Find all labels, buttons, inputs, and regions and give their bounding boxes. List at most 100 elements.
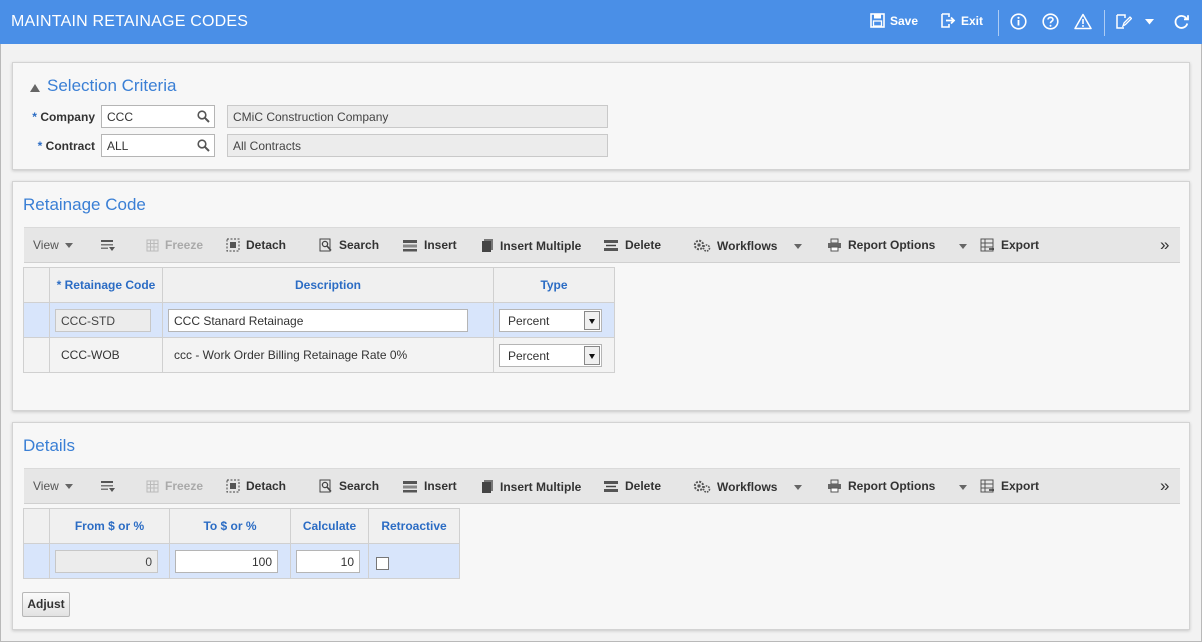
column-header-to[interactable]: To $ or % [169,508,291,544]
edit-notes-icon[interactable] [1115,13,1132,30]
export-icon [980,238,994,252]
chevron-down-icon[interactable] [794,485,802,490]
column-header-retainage-code[interactable]: * Retainage Code [49,267,163,303]
calculate-input[interactable]: 10 [296,550,360,573]
retainage-code-value: CCC-STD [55,309,151,332]
company-label: * Company [23,110,95,124]
retroactive-checkbox[interactable] [376,557,389,570]
view-label: View [33,479,59,493]
search-icon[interactable] [197,139,210,152]
chevron-down-icon[interactable] [959,244,967,249]
report-options-button[interactable]: Report Options [827,238,935,252]
workflows-gear-icon [693,239,711,252]
search-label: Search [339,479,380,493]
table-header-row: From $ or % To $ or % Calculate Retroact… [23,508,460,544]
export-button[interactable]: Export [980,479,1039,493]
workflows-button[interactable]: Workflows [693,479,777,494]
export-label: Export [1001,238,1040,252]
company-description: CMiC Construction Company [227,105,608,128]
exit-icon [941,13,956,28]
chevron-down-icon [64,483,73,489]
filter-icon[interactable] [100,239,116,253]
type-select[interactable]: Percent [499,309,602,332]
filter-icon[interactable] [100,480,116,494]
chevron-down-icon[interactable] [584,311,600,330]
refresh-icon[interactable] [1173,13,1190,30]
type-select[interactable]: Percent [499,344,602,367]
chevron-down-icon[interactable] [584,346,600,365]
row-selector[interactable] [23,337,50,373]
retroactive-cell [368,543,460,579]
selection-criteria-panel: Selection Criteria * Company CCC CMiC Co… [12,62,1190,170]
contract-label: * Contract [23,139,95,153]
workflows-button[interactable]: Workflows [693,238,777,253]
search-icon[interactable] [197,110,210,123]
details-title: Details [23,436,75,455]
column-header-calculate[interactable]: Calculate [290,508,369,544]
row-selector[interactable] [23,302,50,338]
chevron-down-icon[interactable] [1144,18,1155,26]
export-label: Export [1001,479,1040,493]
report-options-button[interactable]: Report Options [827,479,935,493]
row-selector[interactable] [23,543,50,579]
insert-multiple-label: Insert Multiple [500,238,582,253]
save-icon [870,13,885,28]
from-cell: 0 [49,543,170,579]
more-options-button[interactable]: » [1160,235,1169,255]
exit-button[interactable]: Exit [940,13,983,28]
info-icon[interactable] [1010,13,1027,30]
freeze-button[interactable]: Freeze [146,238,203,252]
table-row[interactable]: CCC-WOB ccc - Work Order Billing Retaina… [23,337,615,373]
insert-multiple-icon [482,480,493,493]
row-selector-header [23,508,50,544]
adjust-button[interactable]: Adjust [22,592,70,617]
insert-multiple-button[interactable]: Insert Multiple [481,479,581,494]
table-row[interactable]: 0 100 10 [23,543,460,579]
detach-icon [226,238,240,252]
insert-button[interactable]: Insert [402,238,457,252]
save-button[interactable]: Save [870,13,918,28]
insert-multiple-button[interactable]: Insert Multiple [481,238,581,253]
search-button[interactable]: Search [319,238,379,252]
more-options-button[interactable]: » [1160,476,1169,496]
help-icon[interactable] [1042,13,1059,30]
contract-input[interactable]: ALL [101,134,215,157]
chevron-down-icon[interactable] [794,244,802,249]
search-button[interactable]: Search [319,479,379,493]
to-cell: 100 [169,543,291,579]
detach-icon [226,479,240,493]
collapse-triangle-icon[interactable] [30,84,40,92]
company-input[interactable]: CCC [101,105,215,128]
delete-button[interactable]: Delete [603,479,661,493]
required-marker: * [37,139,43,153]
description-cell: CCC Stanard Retainage [162,302,494,338]
detach-button[interactable]: Detach [226,238,286,252]
view-menu[interactable]: View [33,238,73,252]
company-value: CCC [107,110,133,124]
retainage-toolbar: View Freeze Detach Search Insert Insert … [24,227,1180,263]
export-button[interactable]: Export [980,238,1039,252]
view-menu[interactable]: View [33,479,73,493]
column-header-from[interactable]: From $ or % [49,508,170,544]
insert-button[interactable]: Insert [402,479,457,493]
view-label: View [33,238,59,252]
details-panel: Details View Freeze Detach Search Insert [12,422,1190,630]
export-icon [980,479,994,493]
freeze-button[interactable]: Freeze [146,479,203,493]
insert-row-icon [403,239,417,251]
chevron-down-icon[interactable] [959,485,967,490]
calculate-cell: 10 [290,543,369,579]
column-header-retroactive[interactable]: Retroactive [368,508,460,544]
to-input[interactable]: 100 [175,550,278,573]
table-row[interactable]: CCC-STD CCC Stanard Retainage Percent [23,302,615,338]
type-value: Percent [508,314,550,328]
delete-button[interactable]: Delete [603,238,661,252]
column-header-description[interactable]: Description [162,267,494,303]
type-cell: Percent [493,302,615,338]
description-input[interactable]: CCC Stanard Retainage [168,309,468,332]
column-header-type[interactable]: Type [493,267,615,303]
detach-label: Detach [246,479,287,493]
detach-button[interactable]: Detach [226,479,286,493]
warning-icon[interactable] [1074,13,1092,30]
delete-label: Delete [625,479,662,493]
